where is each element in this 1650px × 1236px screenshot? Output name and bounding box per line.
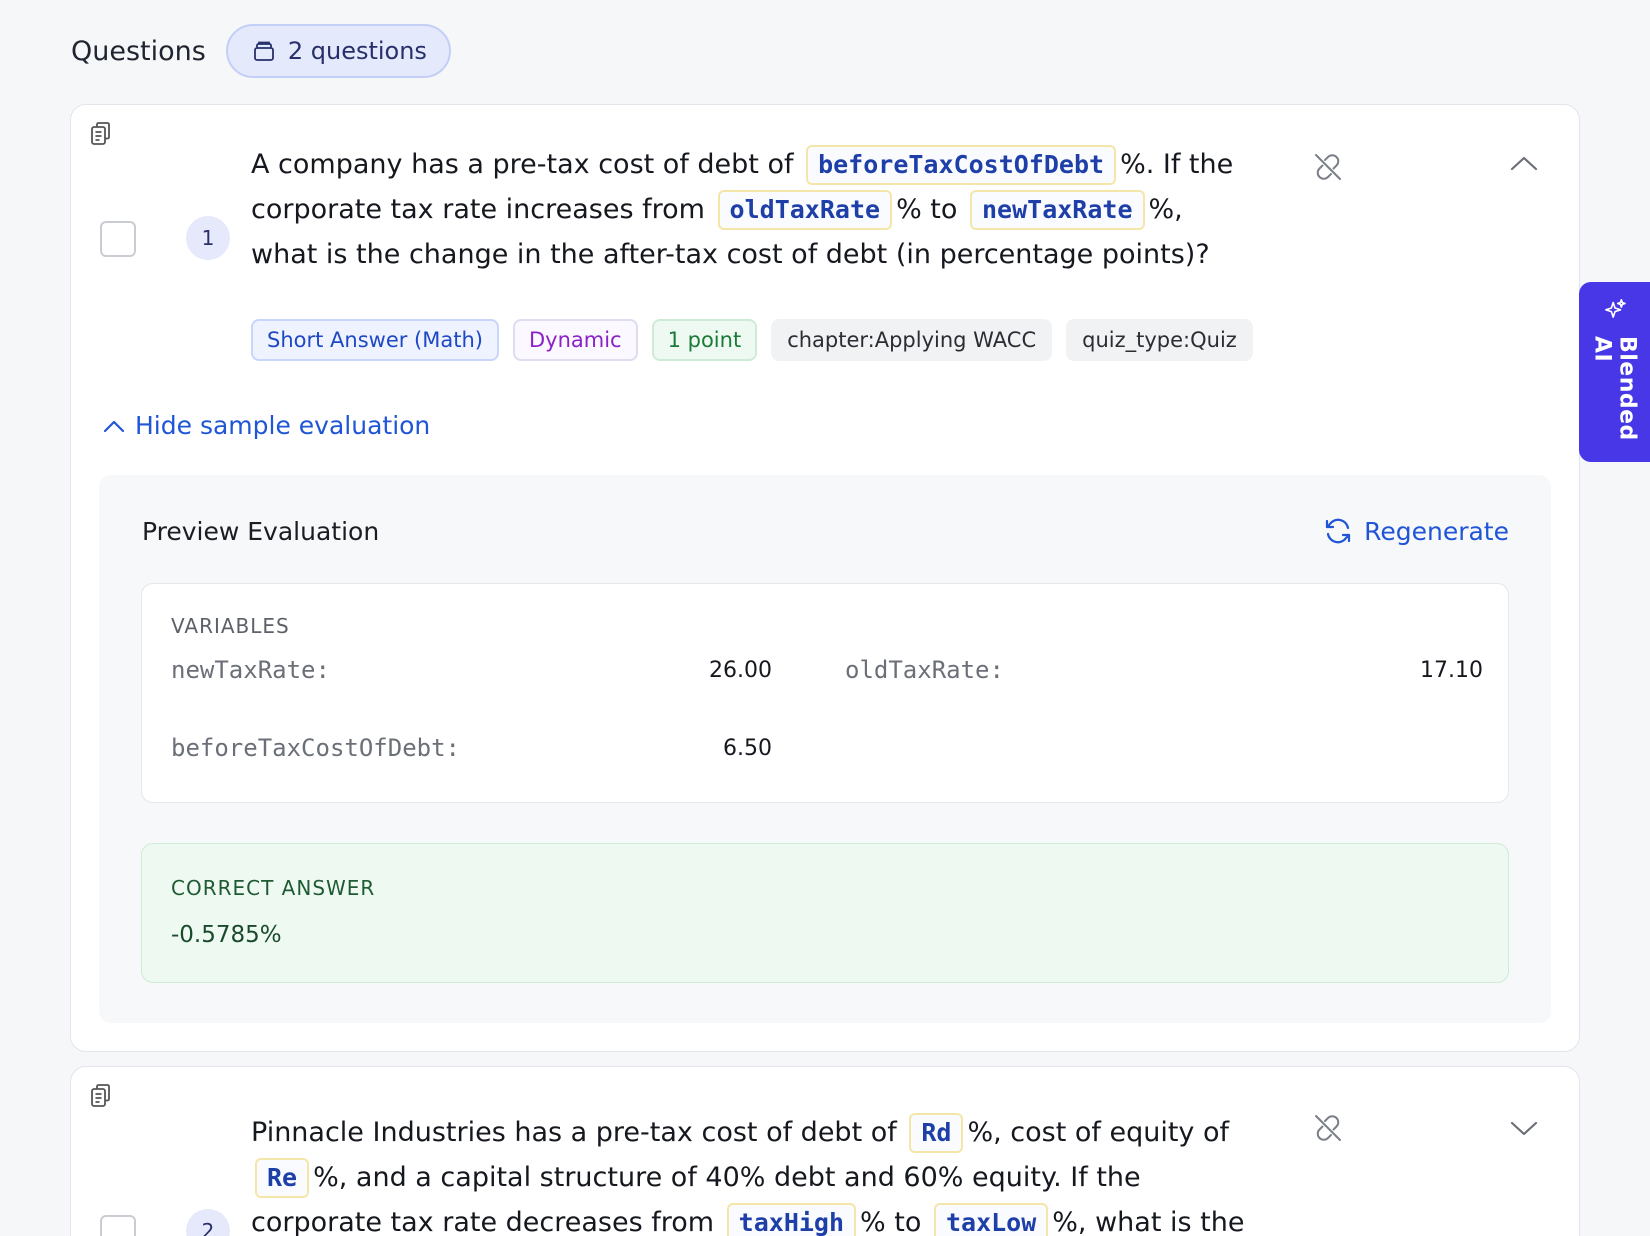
regenerate-label: Regenerate <box>1364 516 1509 546</box>
tag-chapter: chapter:Applying WACC <box>771 319 1053 361</box>
chevron-up-icon <box>103 420 125 432</box>
blended-ai-label: Blended AI <box>1589 335 1640 441</box>
copy-icon[interactable] <box>89 1083 113 1109</box>
correct-answer-box: CORRECT ANSWER -0.5785% <box>141 843 1509 983</box>
correct-answer-value: -0.5785% <box>171 922 282 948</box>
variable-chip[interactable]: taxLow <box>933 1203 1049 1236</box>
question-select-checkbox[interactable] <box>100 1215 136 1236</box>
question-text-part: % to <box>860 1207 930 1236</box>
variable-value: 6.50 <box>723 736 772 761</box>
question-text: Pinnacle Industries has a pre-tax cost o… <box>251 1110 1251 1236</box>
variable-chip[interactable]: newTaxRate <box>970 190 1145 230</box>
question-text-part: % to <box>896 194 966 225</box>
preview-evaluation-title: Preview Evaluation <box>142 517 380 546</box>
copy-icon[interactable] <box>89 121 113 147</box>
hide-sample-evaluation-toggle[interactable]: Hide sample evaluation <box>103 411 430 440</box>
question-card: 1 A company has a pre-tax cost of debt o… <box>70 104 1580 1052</box>
variable-chip[interactable]: Rd <box>909 1113 964 1153</box>
variable-name: beforeTaxCostOfDebt: <box>171 734 460 762</box>
page-title: Questions <box>71 35 206 67</box>
tag-dynamic: Dynamic <box>512 319 638 361</box>
question-number-badge: 2 <box>186 1209 230 1236</box>
question-select-checkbox[interactable] <box>100 221 136 257</box>
chevron-up-icon[interactable] <box>1509 153 1539 173</box>
stack-icon <box>253 41 274 61</box>
tag-points: 1 point <box>651 319 758 361</box>
question-text-part: %, cost of equity of <box>967 1117 1230 1148</box>
variables-box: VARIABLES newTaxRate: 26.00 oldTaxRate: … <box>141 583 1509 803</box>
unlink-icon[interactable] <box>1311 1111 1345 1145</box>
variable-chip[interactable]: oldTaxRate <box>717 190 893 230</box>
variable-value: 17.10 <box>1420 658 1483 683</box>
variable-chip[interactable]: taxHigh <box>726 1203 857 1236</box>
question-number-badge: 1 <box>186 216 230 260</box>
refresh-icon <box>1326 518 1351 544</box>
question-text-part: Pinnacle Industries has a pre-tax cost o… <box>251 1117 906 1148</box>
question-card: 2 Pinnacle Industries has a pre-tax cost… <box>70 1066 1580 1236</box>
variable-chip[interactable]: beforeTaxCostOfDebt <box>806 145 1117 185</box>
unlink-icon[interactable] <box>1311 150 1345 184</box>
question-text-part: A company has a pre-tax cost of debt of <box>251 149 803 180</box>
blended-ai-side-tab[interactable]: Blended AI <box>1579 282 1650 462</box>
preview-evaluation-panel: Preview Evaluation Regenerate VARIABLES … <box>99 475 1551 1023</box>
variable-name: newTaxRate: <box>171 656 330 684</box>
toggle-label: Hide sample evaluation <box>135 411 431 440</box>
correct-answer-label: CORRECT ANSWER <box>171 876 376 900</box>
chevron-down-icon[interactable] <box>1509 1119 1539 1139</box>
questions-header: Questions 2 questions <box>71 24 451 78</box>
variable-value: 26.00 <box>709 658 772 683</box>
question-count-badge: 2 questions <box>225 24 451 78</box>
regenerate-button[interactable]: Regenerate <box>1322 515 1509 547</box>
tag-quiz-type: quiz_type:Quiz <box>1066 319 1253 361</box>
variable-name: oldTaxRate: <box>845 656 1004 684</box>
sparkles-icon <box>1604 298 1626 318</box>
question-text: A company has a pre-tax cost of debt of … <box>251 142 1251 277</box>
question-tags: Short Answer (Math) Dynamic 1 point chap… <box>251 319 1253 361</box>
variable-chip[interactable]: Re <box>255 1158 310 1198</box>
tag-question-type: Short Answer (Math) <box>251 319 499 361</box>
question-count-label: 2 questions <box>287 37 427 65</box>
variables-label: VARIABLES <box>171 614 290 638</box>
